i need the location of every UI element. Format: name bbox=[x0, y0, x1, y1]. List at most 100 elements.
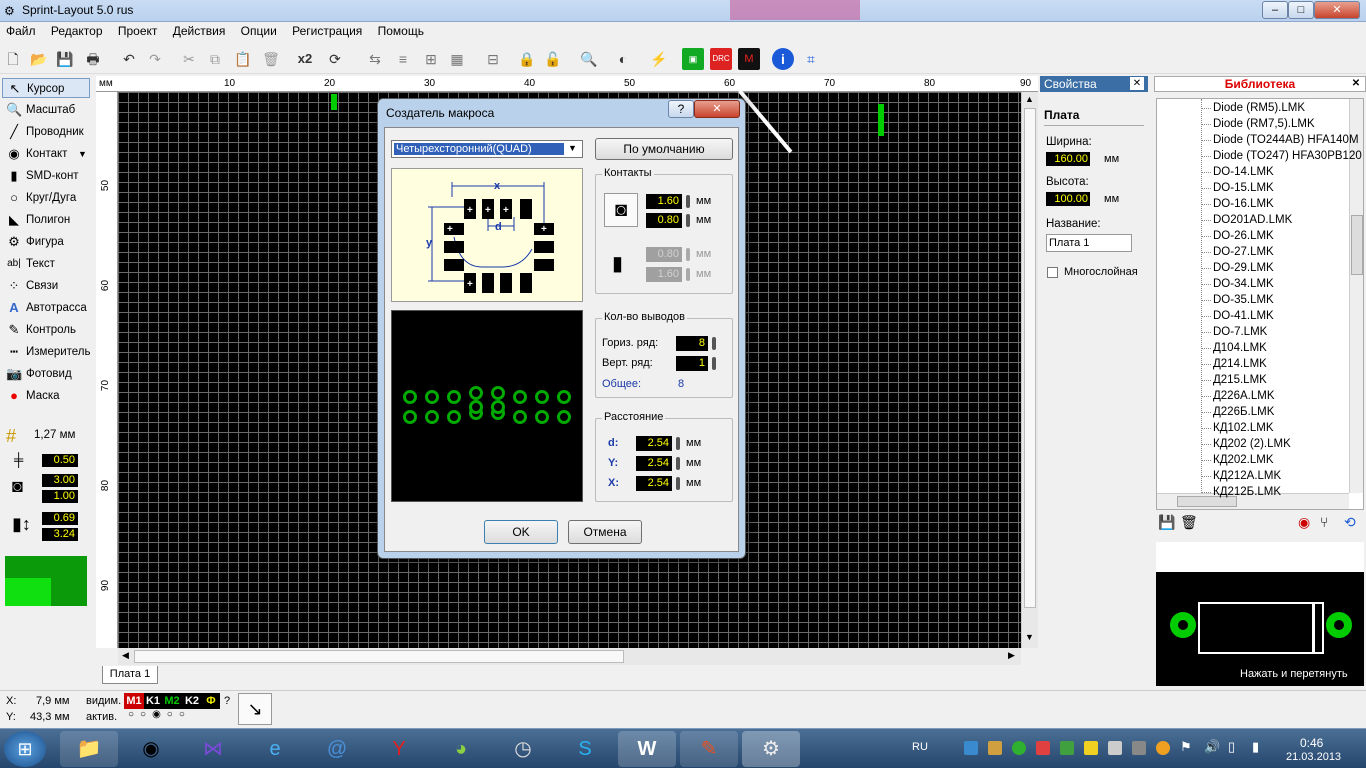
scroll-up-icon[interactable]: ▲ bbox=[1025, 94, 1034, 104]
chrome-icon[interactable]: ◉ bbox=[122, 731, 180, 767]
dialog-help-button[interactable]: ? bbox=[668, 100, 694, 118]
library-item[interactable]: КД102.LMK bbox=[1213, 420, 1274, 436]
tab-board-1[interactable]: Плата 1 bbox=[102, 666, 158, 684]
pad-shape-icon[interactable]: ◙ bbox=[604, 193, 638, 227]
library-item[interactable]: DO-16.LMK bbox=[1213, 196, 1274, 212]
grid-value[interactable]: 1,27 мм bbox=[34, 429, 75, 441]
pad-outer-field[interactable]: 3.00 bbox=[42, 474, 78, 487]
layer-m1[interactable]: M1 bbox=[124, 693, 144, 709]
board-name-input[interactable]: Плата 1 bbox=[1046, 234, 1132, 252]
vertical-scroll-thumb[interactable] bbox=[1024, 108, 1036, 608]
spin-icon[interactable] bbox=[686, 214, 690, 227]
layer-m2[interactable]: M2 bbox=[162, 693, 182, 709]
d-field[interactable]: 2.54 bbox=[636, 436, 672, 451]
tool-circle[interactable]: ○ Круг/Дуга bbox=[2, 188, 90, 208]
clock-time[interactable]: 0:46 bbox=[1300, 736, 1323, 750]
library-item[interactable]: Д215.LMK bbox=[1213, 372, 1267, 388]
start-button[interactable]: ⊞ bbox=[4, 731, 46, 767]
scroll-left-icon[interactable]: ◀ bbox=[122, 650, 129, 661]
tool-polygon[interactable]: ◣ Полигон bbox=[2, 210, 90, 230]
clock-app-icon[interactable]: ◷ bbox=[494, 731, 552, 767]
vert-count-field[interactable]: 1 bbox=[676, 356, 708, 371]
refresh-icon[interactable]: ⟲ bbox=[1344, 514, 1356, 531]
layer-icon[interactable]: ⊟ bbox=[482, 48, 504, 70]
tool-pad[interactable]: ◉ Контакт ▼ bbox=[2, 144, 90, 164]
library-scroll-thumb[interactable] bbox=[1351, 215, 1363, 275]
menu-edit[interactable]: Редактор bbox=[45, 22, 109, 40]
tool-measure[interactable]: ┅ Измеритель bbox=[2, 342, 90, 362]
contact-inner-field[interactable]: 0.80 bbox=[646, 213, 682, 228]
info-icon[interactable]: i bbox=[772, 48, 794, 70]
visual-studio-icon[interactable]: ⋈ bbox=[184, 731, 242, 767]
scroll-right-icon[interactable]: ▶ bbox=[1008, 650, 1015, 661]
tool-connections[interactable]: ⁘ Связи bbox=[2, 276, 90, 296]
spin-icon[interactable] bbox=[676, 477, 680, 490]
tool-mask[interactable]: ● Маска bbox=[2, 386, 90, 406]
library-item[interactable]: DO-34.LMK bbox=[1213, 276, 1274, 292]
tool-cursor[interactable]: ↖ Курсор bbox=[2, 78, 90, 98]
board-width-field[interactable]: 160.00 bbox=[1046, 152, 1090, 166]
library-item[interactable]: DO-7.LMK bbox=[1213, 324, 1267, 340]
tool-zoom[interactable]: 🔍 Масштаб bbox=[2, 100, 90, 120]
drc-icon[interactable]: DRC bbox=[710, 48, 732, 70]
library-item[interactable]: Diode (TO247) HFA30PB120 bbox=[1213, 148, 1362, 164]
spin-icon[interactable] bbox=[712, 337, 716, 350]
library-item[interactable]: Д104.LMK bbox=[1213, 340, 1267, 356]
y-field[interactable]: 2.54 bbox=[636, 456, 672, 471]
menu-project[interactable]: Проект bbox=[112, 22, 164, 40]
library-item[interactable]: КД212А.LMK bbox=[1213, 468, 1281, 484]
delete-icon[interactable]: 🗑 bbox=[1180, 514, 1198, 531]
tray-icon[interactable] bbox=[1060, 741, 1074, 755]
close-icon[interactable]: ✕ bbox=[1130, 77, 1144, 90]
smd-height-field[interactable]: 3.24 bbox=[42, 528, 78, 541]
paste-icon[interactable]: 📋 bbox=[232, 48, 254, 70]
scroll-down-icon[interactable]: ▼ bbox=[1025, 632, 1034, 642]
ungroup-icon[interactable]: ▦ bbox=[446, 48, 468, 70]
paint-icon[interactable]: ✎ bbox=[680, 731, 738, 767]
spin-icon[interactable] bbox=[686, 195, 690, 208]
clock-date[interactable]: 21.03.2013 bbox=[1286, 751, 1341, 763]
split-icon[interactable]: ⑂ bbox=[1320, 514, 1328, 530]
default-button[interactable]: По умолчанию bbox=[595, 138, 733, 160]
library-item[interactable]: Diode (TO244AB) HFA140M bbox=[1213, 132, 1359, 148]
browser-icon[interactable]: @ bbox=[308, 731, 366, 767]
test-icon[interactable]: ▣ bbox=[682, 48, 704, 70]
x-field[interactable]: 2.54 bbox=[636, 476, 672, 491]
menu-file[interactable]: Файл bbox=[0, 22, 42, 40]
tool-figure[interactable]: ⚙ Фигура bbox=[2, 232, 90, 252]
skype-icon[interactable]: S bbox=[556, 731, 614, 767]
active-layer-radios[interactable]: ○○◉○○ bbox=[128, 709, 191, 720]
dialog-close-button[interactable]: ✕ bbox=[694, 100, 740, 118]
menu-actions[interactable]: Действия bbox=[167, 22, 232, 40]
spin-icon[interactable] bbox=[712, 357, 716, 370]
menu-registration[interactable]: Регистрация bbox=[286, 22, 368, 40]
library-item[interactable]: Д214.LMK bbox=[1213, 356, 1267, 372]
undo-icon[interactable]: ↶ bbox=[118, 48, 140, 70]
track-width-field[interactable]: 0.50 bbox=[42, 454, 78, 467]
grid-icon[interactable]: # bbox=[6, 426, 16, 447]
tray-icon[interactable] bbox=[1084, 741, 1098, 755]
volume-icon[interactable]: 🔊 bbox=[1204, 739, 1220, 755]
library-item[interactable]: КД212Б.LMK bbox=[1213, 484, 1281, 500]
tool-check[interactable]: ✎ Контроль bbox=[2, 320, 90, 340]
save-icon[interactable]: 💾 bbox=[54, 48, 76, 70]
board-height-field[interactable]: 100.00 bbox=[1046, 192, 1090, 206]
unlock-icon[interactable]: 🔓 bbox=[542, 48, 564, 70]
chevron-down-icon[interactable]: ▼ bbox=[568, 143, 577, 153]
language-indicator[interactable]: RU bbox=[912, 741, 928, 753]
mirror-icon[interactable]: ⇆ bbox=[364, 48, 386, 70]
multilayer-checkbox[interactable] bbox=[1047, 267, 1058, 278]
vertical-scrollbar[interactable]: ▲ ▼ bbox=[1021, 92, 1038, 648]
tray-icon[interactable] bbox=[988, 741, 1002, 755]
tray-icon[interactable] bbox=[1036, 741, 1050, 755]
pad-icon[interactable]: ◉ bbox=[1298, 514, 1310, 531]
power-icon[interactable]: ▯ bbox=[1228, 739, 1235, 755]
tray-icon[interactable] bbox=[1108, 741, 1122, 755]
horiz-count-field[interactable]: 8 bbox=[676, 336, 708, 351]
tray-icon[interactable] bbox=[1132, 741, 1146, 755]
horizontal-scroll-thumb[interactable] bbox=[134, 650, 624, 663]
help-icon[interactable]: ? bbox=[224, 695, 230, 707]
flag-icon[interactable]: ⚑ bbox=[1180, 739, 1192, 755]
network-icon[interactable]: ▮ bbox=[1252, 739, 1259, 755]
cut-icon[interactable]: ✂ bbox=[178, 48, 200, 70]
